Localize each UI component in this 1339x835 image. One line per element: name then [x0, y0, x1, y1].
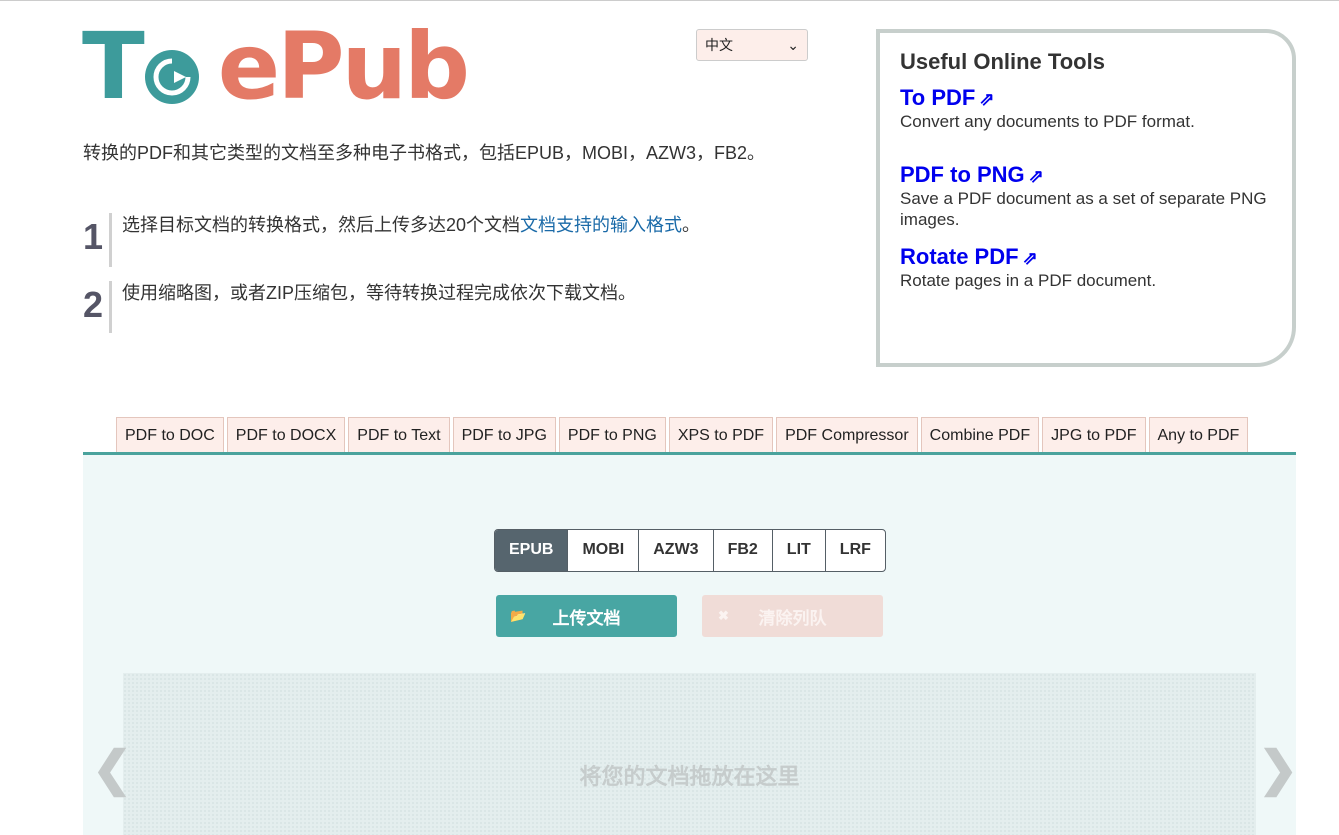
site-logo[interactable]: T ePub [82, 13, 470, 120]
chevron-right-icon[interactable]: ❯ [1258, 745, 1298, 795]
upload-button[interactable]: 📂 上传文档 [496, 595, 677, 637]
step-number: 2 [83, 284, 104, 325]
upload-label: 上传文档 [552, 608, 621, 628]
clear-queue-button[interactable]: ✖ 清除列队 [702, 595, 883, 637]
tab-jpg-to-pdf[interactable]: JPG to PDF [1042, 417, 1146, 453]
step-text: 使用缩略图，或者ZIP压缩包，等待转换过程完成依次下载文档。 [122, 283, 636, 303]
format-epub[interactable]: EPUB [495, 530, 569, 571]
drop-zone[interactable]: 将您的文档拖放在这里 [123, 673, 1256, 835]
chevron-left-icon[interactable]: ❮ [92, 745, 132, 795]
tool-desc: Save a PDF document as a set of separate… [900, 189, 1267, 229]
external-link-icon: ⇗ [1022, 248, 1038, 268]
tab-pdf-to-docx[interactable]: PDF to DOCX [226, 417, 346, 453]
step-text: 选择目标文档的转换格式，然后上传多达20个文档文档支持的输入格式。 [122, 215, 701, 235]
tagline: 转换的PDF和其它类型的文档至多种电子书格式，包括EPUB，MOBI，AZW3，… [83, 143, 766, 163]
language-selected: 中文 [705, 37, 733, 53]
tool-link-rotate-pdf[interactable]: Rotate PDF ⇗ [900, 244, 1038, 269]
tool-item: To PDF ⇗ Convert any documents to PDF for… [900, 85, 1272, 132]
logo-text-t: T [82, 13, 145, 120]
tab-combine-pdf[interactable]: Combine PDF [920, 417, 1040, 453]
tab-any-to-pdf[interactable]: Any to PDF [1148, 417, 1249, 453]
tab-pdf-to-text[interactable]: PDF to Text [348, 417, 450, 453]
logo-text-epub: ePub [217, 13, 470, 120]
folder-open-icon: 📂 [510, 608, 527, 623]
chevron-down-icon: ⌄ [787, 36, 799, 53]
step-1: 1 选择目标文档的转换格式，然后上传多达20个文档文档支持的输入格式。 [83, 213, 700, 267]
tool-desc: Rotate pages in a PDF document. [900, 271, 1157, 290]
drop-zone-text: 将您的文档拖放在这里 [579, 764, 800, 789]
convert-arrow-icon [144, 50, 199, 104]
format-selector: EPUB MOBI AZW3 FB2 LIT LRF [494, 529, 886, 572]
tool-item: Rotate PDF ⇗ Rotate pages in a PDF docume… [900, 244, 1272, 291]
language-select[interactable]: 中文 ⌄ [696, 29, 808, 61]
format-azw3[interactable]: AZW3 [639, 530, 714, 571]
external-link-icon: ⇗ [1028, 166, 1044, 186]
format-mobi[interactable]: MOBI [568, 530, 640, 571]
step-2: 2 使用缩略图，或者ZIP压缩包，等待转换过程完成依次下载文档。 [83, 281, 636, 333]
useful-tools-box: Useful Online Tools To PDF ⇗ Convert any … [876, 29, 1296, 367]
tab-xps-to-pdf[interactable]: XPS to PDF [668, 417, 774, 453]
tab-pdf-compressor[interactable]: PDF Compressor [776, 417, 918, 453]
tab-pdf-to-doc[interactable]: PDF to DOC [116, 417, 224, 453]
step-number: 1 [83, 216, 104, 257]
tool-tabs: PDF to DOC PDF to DOCX PDF to Text PDF t… [116, 417, 1249, 453]
tool-link-to-pdf[interactable]: To PDF ⇗ [900, 85, 994, 110]
tools-title: Useful Online Tools [900, 49, 1105, 74]
input-formats-link[interactable]: 文档支持的输入格式 [520, 215, 682, 235]
format-lrf[interactable]: LRF [826, 530, 885, 571]
tool-link-pdf-to-png[interactable]: PDF to PNG ⇗ [900, 162, 1044, 187]
clear-label: 清除列队 [758, 608, 827, 628]
format-lit[interactable]: LIT [773, 530, 826, 571]
format-fb2[interactable]: FB2 [714, 530, 773, 571]
external-link-icon: ⇗ [979, 89, 995, 109]
close-icon: ✖ [718, 608, 729, 623]
tab-pdf-to-jpg[interactable]: PDF to JPG [452, 417, 556, 453]
tab-pdf-to-png[interactable]: PDF to PNG [558, 417, 666, 453]
tool-item: PDF to PNG ⇗ Save a PDF document as a set… [900, 162, 1272, 230]
tool-desc: Convert any documents to PDF format. [900, 112, 1195, 131]
